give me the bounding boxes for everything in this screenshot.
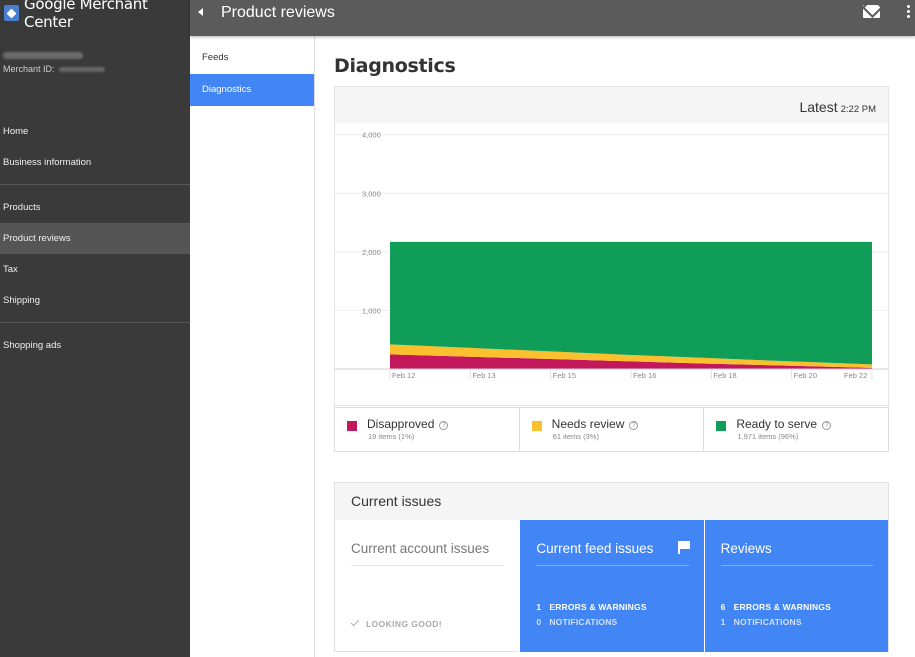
help-icon[interactable]: ?	[822, 421, 832, 430]
notifications-label: NOTIFICATIONS	[549, 617, 618, 627]
errors-count: 6	[720, 602, 726, 612]
divider	[720, 565, 873, 566]
diagnostics-chart-card: Latest 2:22 PM 4,000 3,000 2,000 1,000 Feb 12…	[334, 86, 889, 406]
sidebar-item-products[interactable]: Products	[0, 192, 190, 223]
merchant-id-redacted	[58, 66, 105, 72]
account-name-redacted	[3, 52, 83, 59]
sub-nav: Feeds Diagnostics	[190, 36, 315, 657]
tab-diagnostics[interactable]: Diagnostics	[190, 74, 314, 106]
chart-header: Latest 2:22 PM	[335, 87, 888, 123]
x-tick-label: Feb 16	[633, 371, 656, 380]
y-tick-label: 4,000	[362, 131, 381, 140]
check-icon	[350, 617, 360, 627]
notifications-count: 1	[720, 617, 726, 627]
brand-name: Google Merchant Center	[24, 0, 148, 31]
tab-feeds[interactable]: Feeds	[190, 42, 314, 74]
sidebar-item-home[interactable]: Home	[0, 116, 190, 147]
chart-legend: Disapproved? 19 items (1%) Needs review?…	[334, 407, 889, 452]
notifications-label: NOTIFICATIONS	[733, 617, 802, 627]
panel-title: Current feed issues	[536, 541, 654, 556]
current-issues-card: Current issues Current account issues LO…	[334, 482, 889, 652]
x-tick-label: Feb 12	[392, 371, 415, 380]
sidebar-nav-products: Products Product reviews Tax Shipping	[0, 192, 190, 316]
legend-disapproved[interactable]: Disapproved? 19 items (1%)	[335, 408, 520, 451]
legend-needs-review[interactable]: Needs review? 61 items (3%)	[519, 408, 705, 451]
latest-indicator[interactable]: Latest 2:22 PM	[799, 99, 876, 115]
sidebar-nav: Home Business information	[0, 116, 190, 178]
x-tick-label: Feb 15	[553, 371, 576, 380]
main-content: Diagnostics Latest 2:22 PM 4,000 3,000 2,00…	[315, 36, 915, 657]
page-title: Product reviews	[221, 4, 335, 21]
x-tick-label: Feb 22	[844, 371, 867, 380]
sidebar-nav-ads: Shopping ads	[0, 330, 190, 361]
area-series-ready-to-serve	[390, 241, 872, 365]
latest-time: 2:22 PM	[840, 104, 876, 115]
notifications-count: 0	[536, 617, 542, 627]
x-tick-label: Feb 13	[472, 371, 495, 380]
divider	[536, 565, 689, 566]
legend-label: Ready to serve	[736, 417, 818, 431]
reviews-issues-panel[interactable]: Reviews 6 ERRORS & WARNINGS 1 NOTIFICATION…	[703, 520, 888, 652]
x-tick-label: Feb 18	[713, 371, 736, 380]
y-tick-label: 1,000	[362, 306, 381, 315]
legend-sub: 61 items (3%)	[552, 432, 599, 441]
collapse-sidebar-icon[interactable]	[198, 8, 203, 16]
sidebar-item-shopping-ads[interactable]: Shopping ads	[0, 330, 190, 361]
mail-icon[interactable]	[863, 5, 880, 18]
legend-swatch	[347, 421, 357, 431]
sidebar-divider	[0, 322, 190, 323]
status-ok: LOOKING GOOD!	[350, 617, 443, 629]
merchant-id-label: Merchant ID:	[3, 64, 55, 74]
errors-label: ERRORS & WARNINGS	[733, 602, 832, 612]
x-tick-label: Feb 20	[794, 371, 817, 380]
account-info[interactable]: Merchant ID:	[0, 26, 190, 116]
y-tick-label: 3,000	[362, 189, 381, 198]
legend-label: Needs review	[551, 417, 625, 431]
sidebar-item-business-information[interactable]: Business information	[0, 147, 190, 178]
account-issues-panel[interactable]: Current account issues LOOKING GOOD!	[335, 520, 519, 652]
issues-title: Current issues	[335, 483, 888, 520]
sidebar-item-shipping[interactable]: Shipping	[0, 285, 190, 316]
legend-sub: 1,971 items (96%)	[737, 432, 799, 441]
brand[interactable]: Google Merchant Center	[0, 0, 190, 31]
sidebar-item-tax[interactable]: Tax	[0, 254, 190, 285]
legend-ready-to-serve[interactable]: Ready to serve? 1,971 items (96%)	[704, 408, 889, 451]
divider	[351, 565, 505, 566]
sidebar-divider	[0, 184, 190, 185]
section-title: Diagnostics	[334, 55, 456, 77]
diagnostics-area-chart: 4,000 3,000 2,000 1,000 Feb 12 Feb 13 Feb 15 Fe…	[335, 131, 888, 380]
latest-label: Latest	[799, 99, 838, 115]
help-icon[interactable]: ?	[629, 421, 639, 430]
left-sidebar: Google Merchant Center Merchant ID: Home…	[0, 0, 190, 657]
errors-count: 1	[536, 602, 542, 612]
legend-swatch	[531, 421, 542, 431]
feed-issues-panel[interactable]: Current feed issues 1 ERRORS & WARNINGS 0…	[519, 520, 704, 652]
top-bar: Product reviews	[190, 0, 915, 36]
errors-label: ERRORS & WARNINGS	[549, 602, 647, 612]
panel-title: Current account issues	[351, 541, 490, 556]
flag-icon[interactable]	[677, 541, 690, 554]
panel-title: Reviews	[720, 541, 772, 556]
help-icon[interactable]: ?	[439, 421, 449, 430]
legend-sub: 19 items (1%)	[368, 432, 415, 441]
legend-label: Disapproved	[367, 417, 435, 431]
y-tick-label: 2,000	[362, 248, 381, 257]
more-vert-icon[interactable]	[907, 5, 910, 19]
status-text: LOOKING GOOD!	[366, 619, 443, 629]
merchant-center-logo-icon	[4, 5, 20, 21]
sidebar-item-product-reviews[interactable]: Product reviews	[0, 223, 190, 254]
legend-swatch	[716, 421, 727, 431]
